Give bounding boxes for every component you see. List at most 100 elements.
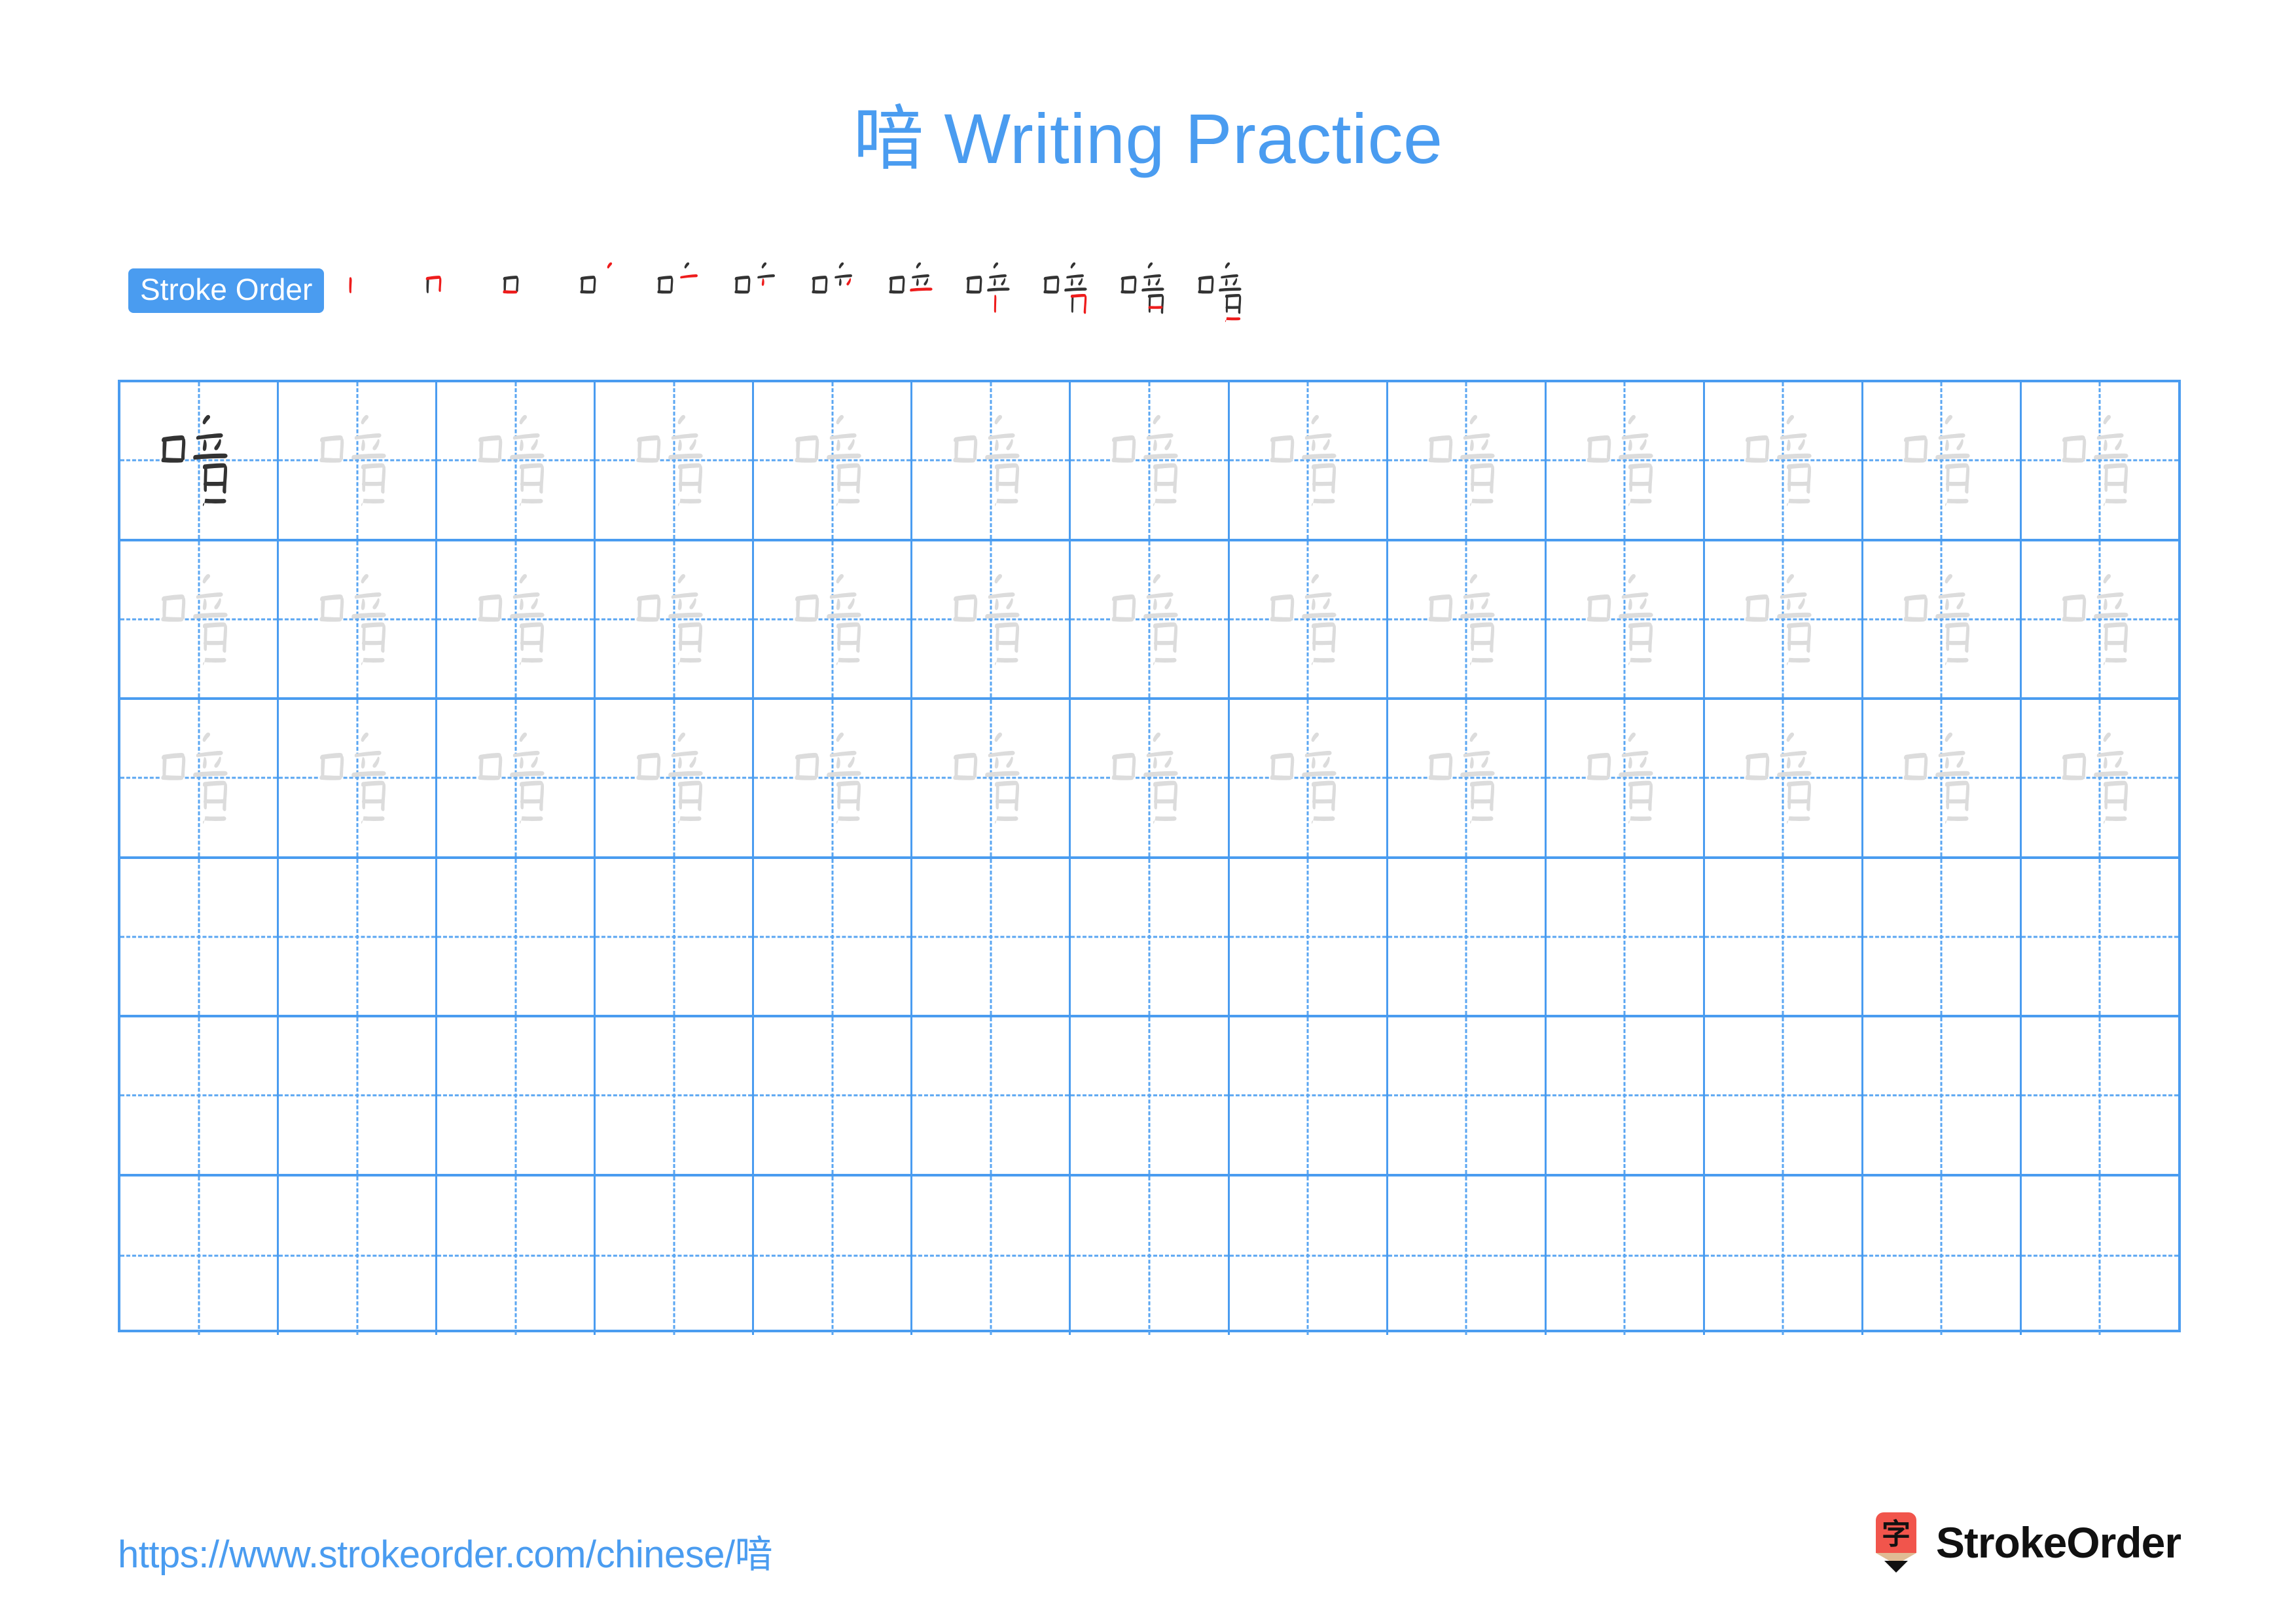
- stroke-step-6: [721, 253, 798, 331]
- stroke-step-glyph: [425, 276, 442, 293]
- practice-cell-trace[interactable]: [596, 700, 755, 856]
- practice-cell-empty[interactable]: [279, 1176, 438, 1335]
- stroke-order-sequence: [334, 253, 1261, 331]
- page-title: 喑 Writing Practice: [853, 99, 1443, 178]
- source-url[interactable]: https://www.strokeorder.com/chinese/喑: [118, 1523, 773, 1578]
- practice-cell-empty[interactable]: [1388, 1017, 1547, 1174]
- practice-cell-trace[interactable]: [596, 541, 755, 697]
- practice-cell-trace[interactable]: [1705, 541, 1863, 697]
- practice-cell-empty[interactable]: [2022, 1176, 2178, 1336]
- practice-cell-trace[interactable]: [1071, 382, 1230, 539]
- stroke-step-glyph: [349, 277, 352, 293]
- practice-cell-trace[interactable]: [754, 541, 913, 697]
- practice-cell-empty[interactable]: [279, 858, 438, 1015]
- practice-cell-trace[interactable]: [1547, 700, 1705, 856]
- practice-cell-empty[interactable]: [754, 1176, 913, 1335]
- practice-cell-empty[interactable]: [1071, 858, 1230, 1015]
- practice-cell-trace[interactable]: [120, 700, 279, 856]
- practice-cell-empty[interactable]: [279, 1017, 438, 1174]
- stroke-step-glyph: [1198, 262, 1242, 322]
- practice-cell-empty[interactable]: [437, 1017, 596, 1174]
- practice-cell-trace[interactable]: [437, 700, 596, 856]
- practice-cell-trace[interactable]: [437, 382, 596, 539]
- trace-character: [120, 541, 277, 698]
- trace-character: [596, 700, 752, 856]
- practice-cell-empty[interactable]: [1863, 1176, 2022, 1335]
- practice-cell-empty[interactable]: [912, 858, 1071, 1015]
- practice-cell-empty[interactable]: [1705, 1017, 1863, 1174]
- practice-cell-empty[interactable]: [1388, 858, 1547, 1015]
- stroke-step-glyph: [966, 262, 1010, 313]
- practice-cell-empty[interactable]: [437, 858, 596, 1015]
- practice-cell-trace[interactable]: [437, 541, 596, 697]
- practice-cell-empty[interactable]: [912, 1176, 1071, 1335]
- practice-cell-trace[interactable]: [1547, 541, 1705, 697]
- practice-cell-empty[interactable]: [120, 858, 279, 1015]
- practice-cell-trace[interactable]: [1863, 382, 2022, 539]
- practice-cell-empty[interactable]: [1705, 858, 1863, 1015]
- practice-cell-empty[interactable]: [120, 1176, 279, 1335]
- practice-cell-empty[interactable]: [1863, 858, 2022, 1015]
- practice-cell-empty[interactable]: [1230, 1176, 1388, 1335]
- practice-cell-trace[interactable]: [912, 700, 1071, 856]
- practice-cell-trace[interactable]: [912, 541, 1071, 697]
- practice-cell-empty[interactable]: [596, 858, 755, 1015]
- stroke-step-9: [952, 253, 1030, 331]
- practice-cell-trace[interactable]: [120, 541, 279, 698]
- practice-cell-trace[interactable]: [1230, 541, 1388, 698]
- practice-cell-model[interactable]: [120, 382, 279, 539]
- practice-cell-trace[interactable]: [279, 382, 438, 539]
- practice-cell-trace[interactable]: [279, 541, 438, 698]
- practice-cell-empty[interactable]: [1547, 1176, 1705, 1335]
- practice-cell-empty[interactable]: [2022, 859, 2178, 1015]
- practice-cell-empty[interactable]: [1547, 858, 1705, 1015]
- trace-character: [279, 382, 435, 539]
- practice-cell-empty[interactable]: [1071, 1176, 1230, 1335]
- practice-cell-empty[interactable]: [754, 1017, 913, 1174]
- practice-cell-trace[interactable]: [1071, 700, 1230, 856]
- practice-cell-trace[interactable]: [1388, 700, 1547, 856]
- practice-cell-empty[interactable]: [754, 858, 913, 1015]
- practice-cell-empty[interactable]: [1388, 1176, 1547, 1335]
- trace-character: [1230, 541, 1386, 698]
- trace-character: [279, 541, 435, 698]
- practice-cell-trace[interactable]: [2022, 541, 2178, 698]
- practice-cell-empty[interactable]: [1230, 858, 1388, 1015]
- trace-character: [2022, 382, 2178, 539]
- trace-character: [1547, 382, 1703, 539]
- practice-cell-trace[interactable]: [1547, 382, 1705, 539]
- trace-character: [437, 700, 594, 856]
- practice-cell-trace[interactable]: [279, 700, 438, 856]
- practice-cell-empty[interactable]: [1071, 1017, 1230, 1174]
- practice-cell-empty[interactable]: [596, 1176, 755, 1335]
- practice-cell-empty[interactable]: [120, 1017, 279, 1174]
- practice-cell-trace[interactable]: [2022, 382, 2178, 539]
- practice-cell-trace[interactable]: [1230, 700, 1388, 856]
- trace-character: [1705, 382, 1861, 539]
- stroke-order-badge: Stroke Order: [128, 268, 325, 313]
- practice-cell-trace[interactable]: [1230, 382, 1388, 539]
- practice-cell-empty[interactable]: [1863, 1017, 2022, 1174]
- practice-cell-empty[interactable]: [912, 1017, 1071, 1174]
- practice-cell-trace[interactable]: [1705, 700, 1863, 856]
- practice-cell-trace[interactable]: [1705, 382, 1863, 539]
- practice-cell-empty[interactable]: [1705, 1176, 1863, 1335]
- practice-cell-trace[interactable]: [1388, 541, 1547, 697]
- practice-cell-trace[interactable]: [1863, 700, 2022, 856]
- practice-cell-trace[interactable]: [1388, 382, 1547, 539]
- practice-cell-trace[interactable]: [1071, 541, 1230, 697]
- practice-cell-trace[interactable]: [912, 382, 1071, 539]
- practice-cell-trace[interactable]: [754, 700, 913, 856]
- practice-cell-empty[interactable]: [1547, 1017, 1705, 1174]
- practice-cell-trace[interactable]: [1863, 541, 2022, 697]
- practice-cell-trace[interactable]: [754, 382, 913, 539]
- stroke-step-glyph: [1121, 262, 1164, 314]
- practice-cell-empty[interactable]: [1230, 1017, 1388, 1174]
- practice-cell-empty[interactable]: [2022, 1017, 2178, 1174]
- grid-row: [120, 1017, 2178, 1176]
- practice-cell-trace[interactable]: [2022, 700, 2178, 856]
- practice-cell-empty[interactable]: [596, 1017, 755, 1174]
- practice-cell-empty[interactable]: [437, 1176, 596, 1335]
- practice-cell-trace[interactable]: [596, 382, 755, 539]
- stroke-step-glyph: [1043, 262, 1087, 314]
